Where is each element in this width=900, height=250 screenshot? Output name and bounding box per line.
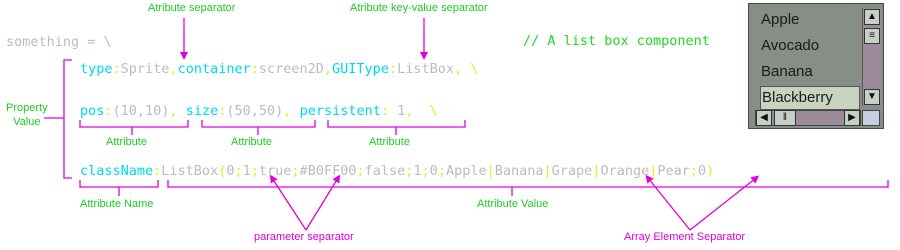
scrollbar-corner [862,110,880,126]
label-attribute-name: Attribute Name [80,198,154,210]
listbox-item[interactable]: Apple [760,8,861,32]
listbox-item[interactable]: Banana [760,60,861,84]
label-attribute-value: Attribute Value [477,198,549,210]
listbox-item[interactable]: Avocado [760,34,861,58]
scroll-down-icon[interactable]: ▼ [864,89,880,105]
bracket-property-value [63,59,72,179]
listbox-item[interactable]: Blackberry [760,86,860,110]
bracket-attr-1 [79,120,189,128]
scroll-right-icon[interactable]: ▶ [844,110,860,126]
scroll-up-icon[interactable]: ▲ [864,9,880,25]
scroll-left-icon[interactable]: ◀ [756,110,772,126]
label-parameter-separator: parameter separator [254,231,354,243]
arrow-param-sep-1 [305,174,341,231]
arrow-array-sep-2 [689,175,760,231]
arrow-array-sep-1 [645,174,691,231]
label-attribute-2: Attribute [231,136,272,148]
label-attribute-1: Attribute [106,136,147,148]
bracket-attr-2 [201,120,316,128]
arrow-param-sep-2 [269,174,307,231]
scroll-hthumb-icon[interactable]: ‖ [774,110,796,126]
label-key-value-separator: Atribute key-value separator [350,2,488,14]
label-attribute-3: Attribute [369,136,410,148]
horizontal-scrollbar[interactable]: ◀ ‖ ▶ [755,110,861,126]
label-array-element-separator: Array Element Separator [624,231,746,243]
bracket-attr-3 [327,120,466,128]
scroll-thumb-icon[interactable]: ≡ [864,28,880,44]
listbox-preview: Apple Avocado Banana Blackberry ▲ ≡ ▼ ◀ ‖ ▶ [748,3,884,129]
bracket-attribute-name [79,180,159,188]
vertical-scrollbar[interactable]: ▲ ≡ ▼ [862,8,881,106]
label-attribute-separator: Atribute separator [148,2,236,14]
label-property-value: Property Value [6,102,48,128]
